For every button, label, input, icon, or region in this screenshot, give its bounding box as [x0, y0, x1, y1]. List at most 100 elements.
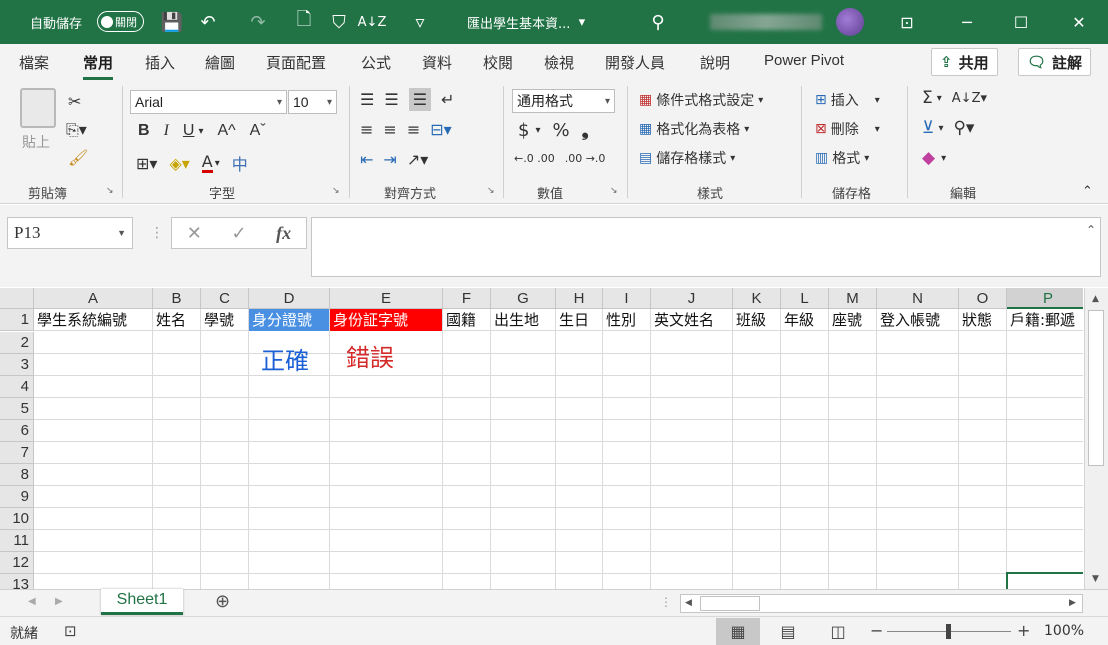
- horizontal-scrollbar[interactable]: ◀ ▶: [680, 594, 1083, 613]
- phonetic-button[interactable]: 中: [232, 151, 248, 175]
- row-header-4[interactable]: 4: [0, 376, 34, 398]
- font-name-select[interactable]: Arial ▾: [130, 90, 287, 114]
- conditional-formatting-button[interactable]: ▦ 條件式格式設定 ▾: [639, 90, 763, 110]
- cell-f1[interactable]: 國籍: [443, 309, 490, 331]
- increase-decimal-button[interactable]: ←.0 .00: [514, 152, 555, 165]
- sort-icon[interactable]: A↓Z: [358, 0, 387, 44]
- next-sheet-icon[interactable]: ▶: [55, 596, 63, 607]
- tab-insert[interactable]: 插入: [145, 52, 175, 73]
- align-left-icon[interactable]: ≡: [360, 120, 373, 139]
- ribbon-display-icon[interactable]: ⊡: [884, 0, 930, 44]
- row-header-6[interactable]: 6: [0, 420, 34, 442]
- format-as-table-button[interactable]: ▦ 格式化為表格 ▾: [639, 119, 749, 139]
- avatar[interactable]: [836, 8, 864, 36]
- close-icon[interactable]: ✕: [1056, 0, 1102, 44]
- column-header-j[interactable]: J: [651, 288, 733, 309]
- minimize-icon[interactable]: ─: [944, 0, 990, 44]
- selected-cell[interactable]: [1006, 572, 1083, 589]
- cell-n1[interactable]: 登入帳號: [877, 309, 958, 331]
- delete-cells-button[interactable]: ⊠ 刪除 ▾: [815, 119, 880, 139]
- tab-view[interactable]: 檢視: [544, 52, 574, 73]
- find-select-icon[interactable]: ⚲▾: [953, 118, 974, 138]
- column-header-i[interactable]: I: [603, 288, 651, 309]
- autosum-icon[interactable]: Σ: [922, 88, 933, 108]
- sort-filter-icon[interactable]: A↓Z▾: [952, 91, 987, 106]
- cell-b1[interactable]: 姓名: [153, 309, 200, 331]
- page-break-view-icon[interactable]: ◫: [816, 618, 860, 645]
- row-header-11[interactable]: 11: [0, 530, 34, 552]
- tab-power-pivot[interactable]: Power Pivot: [764, 52, 844, 69]
- select-all-corner[interactable]: [0, 288, 34, 309]
- expand-formula-icon[interactable]: ⌃: [1086, 223, 1096, 237]
- tab-home[interactable]: 常用: [83, 52, 114, 80]
- column-header-d[interactable]: D: [249, 288, 330, 309]
- column-header-p[interactable]: P: [1007, 288, 1083, 309]
- clear-icon[interactable]: ◆: [922, 148, 935, 168]
- decrease-decimal-button[interactable]: .00 →.0: [565, 152, 606, 165]
- chevron-down-icon[interactable]: ▾: [535, 125, 540, 136]
- format-painter-icon[interactable]: 🖌: [68, 148, 88, 167]
- column-header-n[interactable]: N: [877, 288, 959, 309]
- customize-toolbar-icon[interactable]: ▿: [408, 0, 432, 44]
- vertical-scrollbar[interactable]: ▲ ▼: [1084, 288, 1108, 589]
- row-header-3[interactable]: 3: [0, 354, 34, 376]
- decrease-indent-icon[interactable]: ⇤: [360, 150, 373, 169]
- tab-file[interactable]: 檔案: [19, 52, 49, 73]
- user-name[interactable]: [710, 14, 822, 30]
- column-header-c[interactable]: C: [201, 288, 249, 309]
- cell-p1[interactable]: 戶籍:郵遞: [1007, 309, 1083, 331]
- tab-help[interactable]: 說明: [700, 52, 730, 73]
- grow-font-button[interactable]: A^: [217, 122, 235, 140]
- column-header-e[interactable]: E: [330, 288, 443, 309]
- cell-k1[interactable]: 班級: [733, 309, 780, 331]
- align-top-icon[interactable]: ☰: [360, 90, 374, 109]
- cell-o1[interactable]: 狀態: [959, 309, 1006, 331]
- sheet-tab-sheet1[interactable]: Sheet1: [101, 589, 183, 615]
- column-header-o[interactable]: O: [959, 288, 1007, 309]
- tab-developer[interactable]: 開發人員: [605, 52, 665, 73]
- tab-data[interactable]: 資料: [422, 52, 452, 73]
- name-box[interactable]: P13 ▼: [7, 217, 133, 249]
- undo-icon[interactable]: ↶: [196, 0, 220, 44]
- zoom-in-button[interactable]: +: [1017, 621, 1030, 640]
- underline-button[interactable]: U: [183, 122, 195, 140]
- splitter-icon[interactable]: ⋮: [660, 595, 672, 609]
- cell-c1[interactable]: 學號: [201, 309, 248, 331]
- column-header-h[interactable]: H: [556, 288, 603, 309]
- vertical-scroll-thumb[interactable]: [1088, 310, 1104, 466]
- insert-cells-button[interactable]: ⊞ 插入 ▾: [815, 90, 880, 110]
- currency-button[interactable]: $: [518, 120, 529, 141]
- search-icon[interactable]: ⚲: [646, 0, 670, 44]
- fill-icon[interactable]: ⊻: [922, 118, 934, 138]
- normal-view-icon[interactable]: ▦: [716, 618, 760, 645]
- dialog-launcher-icon[interactable]: ↘: [610, 186, 618, 196]
- wrap-text-icon[interactable]: ↵: [441, 90, 454, 109]
- copy-icon[interactable]: ⎘▾: [66, 120, 87, 140]
- paste-icon[interactable]: [20, 88, 56, 128]
- cell-l1[interactable]: 年級: [781, 309, 828, 331]
- merge-center-icon[interactable]: ⊟▾: [430, 120, 451, 139]
- column-header-m[interactable]: M: [829, 288, 877, 309]
- comma-button[interactable]: ❟: [582, 120, 589, 141]
- scroll-right-icon[interactable]: ▶: [1069, 598, 1076, 608]
- column-header-g[interactable]: G: [491, 288, 556, 309]
- spreadsheet-grid[interactable]: A B C D E F G H I J K L M N O P 1 2 3 4 5 6 7 8 9 10 11 12 13 學生系統編號姓…: [0, 288, 1083, 589]
- column-header-a[interactable]: A: [34, 288, 153, 309]
- percent-button[interactable]: %: [552, 120, 569, 141]
- cell-j1[interactable]: 英文姓名: [651, 309, 732, 331]
- cell-m1[interactable]: 座號: [829, 309, 876, 331]
- dialog-launcher-icon[interactable]: ↘: [487, 186, 495, 196]
- cell-i1[interactable]: 性別: [603, 309, 650, 331]
- font-color-button[interactable]: A: [201, 153, 213, 173]
- tab-formulas[interactable]: 公式: [361, 52, 391, 73]
- chevron-down-icon[interactable]: ▾: [215, 158, 220, 169]
- cell-e1[interactable]: 身份証字號: [330, 309, 442, 331]
- align-center-icon[interactable]: ≡: [383, 120, 396, 139]
- redo-icon[interactable]: ↷: [246, 0, 270, 44]
- fill-color-icon[interactable]: ◈▾: [169, 154, 189, 173]
- prev-sheet-icon[interactable]: ◀: [28, 596, 36, 607]
- share-button[interactable]: ⇪ 共用: [931, 48, 998, 76]
- zoom-level[interactable]: 100%: [1044, 623, 1084, 639]
- chevron-down-icon[interactable]: ▾: [937, 93, 942, 104]
- cell-styles-button[interactable]: ▤ 儲存格樣式 ▾: [639, 148, 735, 168]
